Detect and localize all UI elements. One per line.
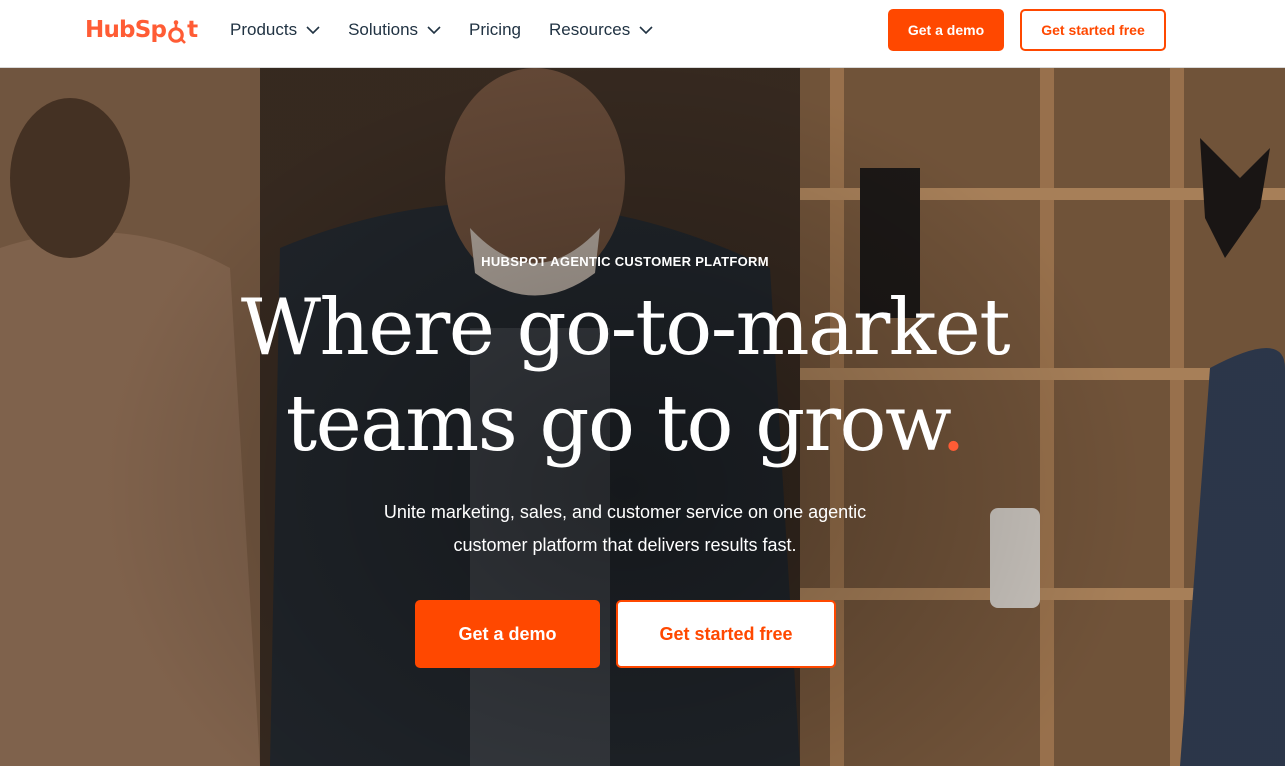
hero-eyebrow: HUBSPOT AGENTIC CUSTOMER PLATFORM bbox=[481, 254, 769, 269]
hero-subheadline-line2: customer platform that delivers results … bbox=[453, 535, 797, 555]
chevron-down-icon bbox=[427, 25, 441, 34]
hero-get-started-free-button[interactable]: Get started free bbox=[616, 600, 836, 668]
chevron-down-icon bbox=[306, 25, 320, 34]
chevron-down-icon bbox=[639, 25, 653, 34]
nav-pricing[interactable]: Pricing bbox=[469, 20, 521, 40]
main-nav: Products Solutions Pricing Resources bbox=[230, 0, 681, 60]
nav-resources-label: Resources bbox=[549, 20, 631, 39]
header-get-started-free-button[interactable]: Get started free bbox=[1020, 9, 1166, 51]
hubspot-logo[interactable]: Hub Sp t bbox=[85, 14, 198, 46]
nav-solutions[interactable]: Solutions bbox=[348, 20, 441, 40]
nav-resources[interactable]: Resources bbox=[549, 20, 653, 40]
nav-products-label: Products bbox=[230, 20, 298, 39]
nav-pricing-label: Pricing bbox=[469, 20, 521, 39]
hero-section: HUBSPOT AGENTIC CUSTOMER PLATFORM Where … bbox=[0, 68, 1285, 766]
hero-headline-line2: teams go to grow bbox=[285, 379, 943, 469]
sprocket-icon bbox=[168, 20, 187, 44]
hero-subheadline: Unite marketing, sales, and customer ser… bbox=[0, 496, 1250, 562]
header-get-demo-button[interactable]: Get a demo bbox=[888, 9, 1004, 51]
hero-get-demo-button[interactable]: Get a demo bbox=[415, 600, 600, 668]
hero-headline-line1: Where go-to-market bbox=[240, 283, 1011, 373]
hero-headline-dot: . bbox=[940, 379, 966, 469]
hero-subheadline-line1: Unite marketing, sales, and customer ser… bbox=[383, 502, 867, 522]
nav-products[interactable]: Products bbox=[230, 20, 320, 40]
nav-solutions-label: Solutions bbox=[348, 20, 419, 39]
hero-headline: Where go-to-market teams go to grow. bbox=[0, 280, 1250, 472]
site-header: Hub Sp t Products Solutions Pricing Resou… bbox=[0, 0, 1285, 68]
